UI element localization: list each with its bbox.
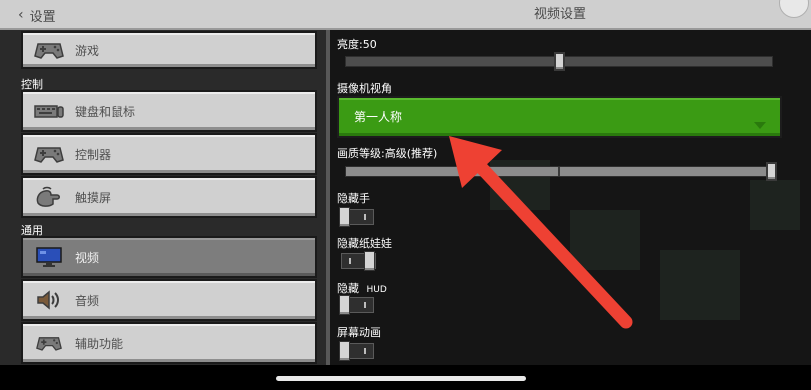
toggle-pip xyxy=(364,302,366,308)
hide-hand-label: 隐藏手 xyxy=(337,192,370,205)
toggle-knob xyxy=(339,207,350,227)
toggle-pip xyxy=(349,258,351,264)
toggle-pip xyxy=(364,214,366,220)
gamepad-icon xyxy=(23,135,75,173)
camera-perspective-value: 第一人称 xyxy=(354,110,403,124)
screen-animation-toggle[interactable] xyxy=(339,341,374,361)
menu-item-label: 游戏 xyxy=(75,43,100,58)
hide-hud-label-text: 隐藏 xyxy=(337,282,359,295)
page-title: 视频设置 xyxy=(533,7,586,22)
camera-perspective-dropdown[interactable]: 第一人称 xyxy=(337,96,782,138)
hide-paperdoll-toggle[interactable] xyxy=(341,251,376,271)
quality-level-slider[interactable] xyxy=(345,166,773,177)
toggle-knob xyxy=(339,295,350,315)
background-decoration xyxy=(750,180,800,230)
hide-hand-toggle[interactable] xyxy=(339,207,374,227)
gamepad-icon xyxy=(23,324,75,362)
background-decoration xyxy=(570,210,640,270)
toggle-knob xyxy=(339,341,350,361)
hide-hud-toggle[interactable] xyxy=(339,295,374,315)
camera-perspective-label: 摄像机视角 xyxy=(337,82,392,95)
hide-hud-label: 隐藏 HUD xyxy=(337,280,387,296)
settings-panel xyxy=(330,30,811,365)
quality-level-label: 画质等级:高级(推荐) xyxy=(337,147,438,160)
menu-item-label: 控制器 xyxy=(75,147,112,162)
title-bar: ‹ 设置 视频设置 xyxy=(0,0,811,30)
menu-item-label: 键盘和鼠标 xyxy=(75,104,136,119)
menu-item-touchscreen[interactable]: 触摸屏 xyxy=(21,176,317,218)
speaker-icon xyxy=(23,281,75,319)
menu-item-label: 音频 xyxy=(75,293,100,308)
hide-paperdoll-label: 隐藏纸娃娃 xyxy=(337,237,392,250)
screen-animation-label: 屏幕动画 xyxy=(337,326,381,339)
menu-item-game[interactable]: 游戏 xyxy=(21,31,317,69)
menu-item-label: 辅助功能 xyxy=(75,336,124,351)
menu-item-keyboard-mouse[interactable]: 键盘和鼠标 xyxy=(21,90,317,132)
gamepad-icon xyxy=(23,33,75,67)
background-decoration xyxy=(660,250,740,320)
menu-item-label: 视频 xyxy=(75,250,100,265)
corner-button[interactable] xyxy=(779,0,809,18)
touch-hand-icon xyxy=(23,178,75,216)
menu-item-audio[interactable]: 音频 xyxy=(21,279,317,321)
quality-level-slider-thumb[interactable] xyxy=(766,162,777,181)
keyboard-icon xyxy=(23,92,75,130)
back-button-label: 设置 xyxy=(29,9,56,25)
home-indicator[interactable] xyxy=(276,376,526,381)
caret-down-icon xyxy=(754,114,766,133)
menu-item-accessibility[interactable]: 辅助功能 xyxy=(21,322,317,364)
monitor-icon xyxy=(23,238,75,276)
menu-item-video[interactable]: 视频 xyxy=(21,236,317,278)
menu-item-controller[interactable]: 控制器 xyxy=(21,133,317,175)
slider-tick xyxy=(558,167,560,176)
brightness-slider-thumb[interactable] xyxy=(553,52,565,71)
hide-hud-label-suffix: HUD xyxy=(366,285,387,295)
toggle-knob xyxy=(364,251,375,271)
menu-item-label: 触摸屏 xyxy=(75,190,112,205)
toggle-pip xyxy=(364,348,366,354)
brightness-label: 亮度:50 xyxy=(337,38,377,51)
back-button[interactable]: ‹ 设置 xyxy=(18,0,56,30)
chevron-left-icon: ‹ xyxy=(18,7,24,23)
